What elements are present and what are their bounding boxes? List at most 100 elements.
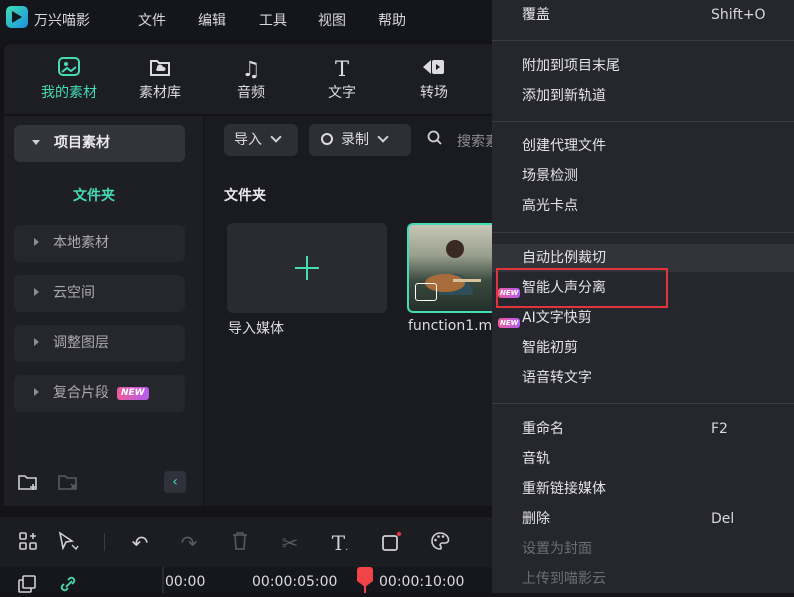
import-media-label: 导入媒体 [228,321,284,337]
menu-item-auto-reframe[interactable]: 自动比例裁切 [522,248,606,268]
tab-label: 音频 [237,85,265,101]
expand-caret-icon [34,288,39,296]
sidebar-item-compound[interactable]: 复合片段 NEW [14,375,185,412]
undo-icon[interactable]: ↶ [129,531,151,555]
sidebar-item-label: 云空间 [53,285,95,301]
sidebar-item-cloud[interactable]: 云空间 [14,275,185,312]
link-icon[interactable] [58,575,80,597]
select-tool-icon[interactable] [57,531,79,556]
plus-icon [293,254,321,286]
tab-transition[interactable]: 转场 [399,56,469,102]
tab-my-media[interactable]: 我的素材 [34,56,104,102]
shortcut-overwrite: Shift+O [711,7,766,23]
sidebar-item-label: 项目素材 [54,135,110,151]
chevron-left-icon: ‹ [172,474,178,490]
highlight-box [496,268,668,308]
menu-item-ai-text-edit[interactable]: AI文字快剪 [522,308,592,328]
music-note-icon: ♫ [241,57,261,81]
tab-stock-media[interactable]: 素材库 [125,56,195,102]
record-icon [321,133,333,145]
import-media-tile[interactable] [227,223,387,313]
chevron-down-icon [377,131,389,143]
menu-item-new-track[interactable]: 添加到新轨道 [522,86,606,106]
expand-caret-icon [34,238,39,246]
ruler-tick-label: 00:00:10:00 [379,574,465,590]
toolbar-divider [104,533,105,551]
tab-label: 我的素材 [41,85,97,101]
menu-help[interactable]: 帮助 [378,10,406,30]
ruler-divider [162,567,164,593]
playhead-line [364,585,366,593]
shortcut-rename: F2 [711,421,728,437]
sidebar-item-adjustment[interactable]: 调整图层 [14,325,185,362]
folder-title: 文件夹 [224,188,266,204]
menu-item-beat-sync[interactable]: 高光卡点 [522,196,578,216]
import-label: 导入 [234,132,262,148]
expand-caret-icon [32,140,40,145]
menu-separator [492,121,794,122]
menu-item-smart-cut[interactable]: 智能初剪 [522,338,578,358]
search-icon [427,130,443,150]
app-title: 万兴喵影 [34,13,90,29]
menu-item-scene-detect[interactable]: 场景检测 [522,166,578,186]
menu-tools[interactable]: 工具 [259,10,287,30]
new-badge: NEW [117,386,149,400]
menu-view[interactable]: 视图 [318,10,346,30]
menu-item-upload-cloud[interactable]: 上传到喵影云 [522,569,606,589]
menu-item-delete[interactable]: 删除 [522,509,550,529]
sidebar-item-label: 调整图层 [53,335,109,351]
layout-icon[interactable] [17,531,39,556]
sidebar-folder[interactable]: 文件夹 [73,185,115,205]
clip-name: function1.m [408,318,493,334]
transition-icon [399,56,469,82]
text-icon: T [334,57,349,81]
tab-text[interactable]: T 文字 [307,56,377,102]
sidebar-item-label: 复合片段 [53,385,109,401]
playhead-handle[interactable] [357,567,373,581]
chevron-down-icon [270,131,282,143]
tab-label: 文字 [328,85,356,101]
delete-folder-icon[interactable] [57,472,79,496]
record-dropdown[interactable]: 录制 [309,124,411,156]
sidebar-item-project[interactable]: 项目素材 [14,125,185,162]
menu-edit[interactable]: 编辑 [198,10,226,30]
sidebar-item-label: 本地素材 [53,235,109,251]
menu-item-speech-to-text[interactable]: 语音转文字 [522,368,592,388]
tab-label: 素材库 [139,85,181,101]
stock-media-icon [125,56,195,82]
new-badge: NEW [498,317,521,328]
new-folder-icon[interactable] [17,472,39,496]
tab-label: 转场 [420,85,448,101]
crop-icon[interactable] [380,531,402,558]
palette-icon[interactable] [429,531,451,556]
add-text-icon[interactable]: T. [329,531,351,555]
menu-item-set-cover[interactable]: 设置为封面 [522,539,592,559]
sidebar-item-local[interactable]: 本地素材 [14,225,185,262]
video-film-icon [415,283,437,301]
menu-separator [492,232,794,233]
delete-icon[interactable] [229,531,251,556]
menu-item-append[interactable]: 附加到项目末尾 [522,56,620,76]
menu-file[interactable]: 文件 [138,10,166,30]
menu-item-proxy[interactable]: 创建代理文件 [522,136,606,156]
import-dropdown[interactable]: 导入 [224,124,298,156]
tab-audio[interactable]: ♫ 音频 [216,56,286,102]
menu-separator [492,40,794,41]
collapse-sidebar-button[interactable]: ‹ [164,471,186,493]
expand-caret-icon [34,338,39,346]
add-track-icon[interactable] [16,575,38,597]
record-label: 录制 [341,132,369,148]
expand-caret-icon [34,388,39,396]
redo-icon[interactable]: ↷ [178,531,200,555]
menu-item-audio-track[interactable]: 音轨 [522,449,550,469]
clip-thumbnail[interactable] [407,223,494,313]
shortcut-delete: Del [711,511,735,527]
ruler-tick-label: 00:00 [165,574,206,590]
menu-item-relink[interactable]: 重新链接媒体 [522,479,606,499]
search-input[interactable]: 搜索素 [457,131,493,151]
menu-item-rename[interactable]: 重命名 [522,419,564,439]
menu-item-overwrite[interactable]: 覆盖 [522,5,550,25]
menu-separator [492,403,794,404]
scissors-icon[interactable]: ✂ [279,531,301,555]
my-media-icon [34,56,104,82]
